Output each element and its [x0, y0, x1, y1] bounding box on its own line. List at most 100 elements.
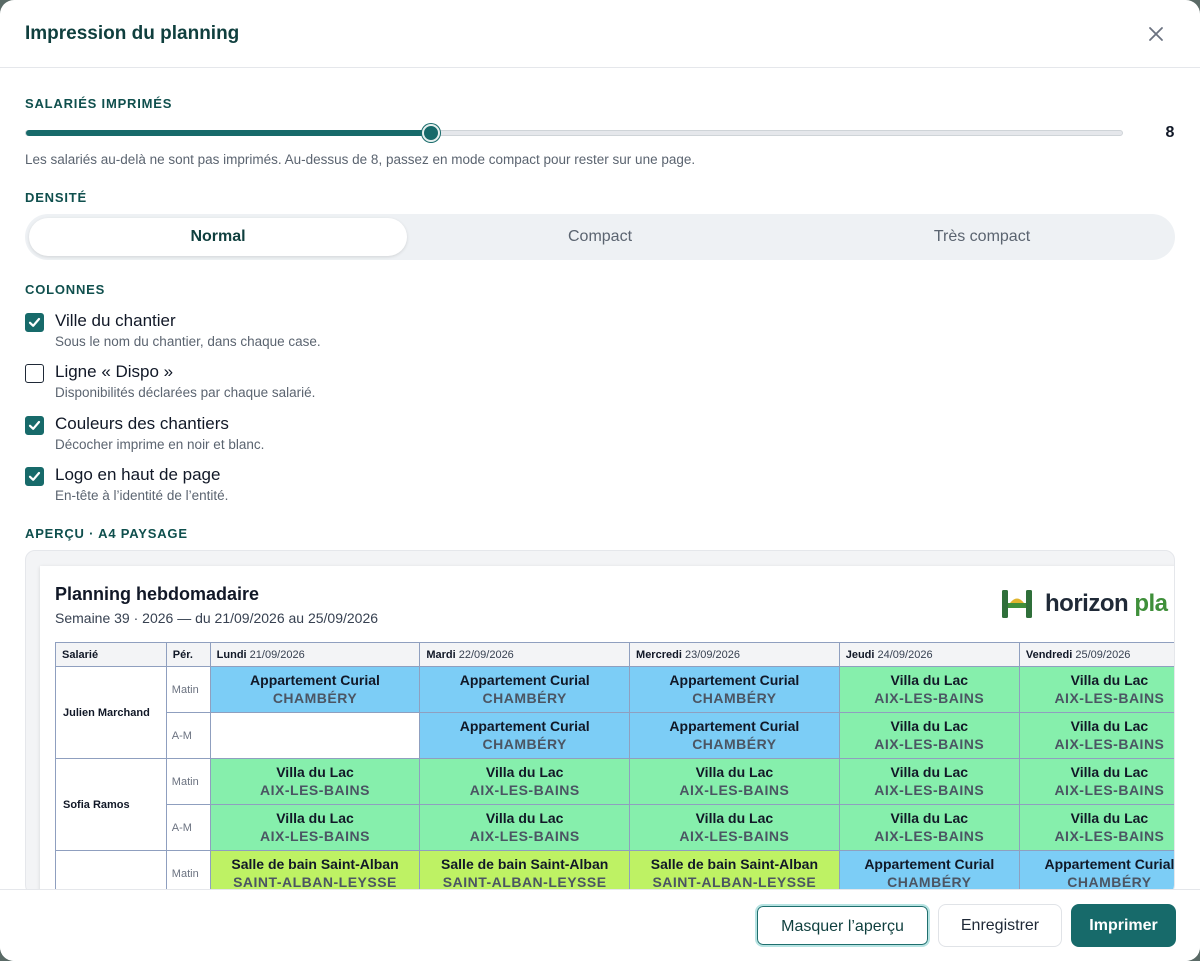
schedule-cell: Villa du Lac AIX-LES-BAINS	[838, 804, 1020, 851]
preview-label: APERÇU · A4 PAYSAGE	[25, 526, 188, 541]
schedule-cell: Villa du Lac AIX-LES-BAINS	[1018, 666, 1174, 713]
schedule-cell: Appartement Curial CHAMBÉRY	[419, 666, 631, 713]
site-city: AIX-LES-BAINS	[874, 736, 985, 752]
close-icon[interactable]	[1144, 22, 1168, 46]
site-name: Villa du Lac	[695, 764, 774, 780]
header-day: Vendredi 25/09/2026	[1018, 642, 1174, 667]
density-option-normal[interactable]: Normal	[29, 218, 407, 256]
column-option-desc: Disponibilités déclarées par chaque sala…	[55, 385, 316, 400]
site-name: Villa du Lac	[485, 810, 564, 826]
site-city: AIX-LES-BAINS	[469, 828, 580, 844]
site-name: Appartement Curial	[669, 718, 800, 734]
site-name: Appartement Curial	[459, 718, 590, 734]
preview-page: Planning hebdomadaire Semaine 39 · 2026 …	[40, 566, 1175, 894]
column-option-desc: Décocher imprime en noir et blanc.	[55, 437, 265, 452]
employees-slider-value: 8	[1165, 124, 1175, 141]
site-city: AIX-LES-BAINS	[874, 782, 985, 798]
preview-title: Planning hebdomadaire	[55, 584, 260, 604]
site-city: AIX-LES-BAINS	[874, 828, 985, 844]
save-button[interactable]: Enregistrer	[938, 904, 1062, 947]
schedule-cell: Villa du Lac AIX-LES-BAINS	[629, 804, 840, 851]
employee-name: Julien Marchand	[55, 666, 167, 759]
header-day: Mercredi 23/09/2026	[629, 642, 840, 667]
site-city: AIX-LES-BAINS	[1054, 782, 1165, 798]
site-city: AIX-LES-BAINS	[874, 690, 985, 706]
period-label: Matin	[165, 666, 211, 713]
site-city: CHAMBÉRY	[692, 736, 777, 752]
schedule-cell: Villa du Lac AIX-LES-BAINS	[1018, 758, 1174, 805]
schedule-cell: Appartement Curial CHAMBÉRY	[419, 712, 631, 759]
hide-preview-button[interactable]: Masquer l’aperçu	[755, 904, 930, 947]
site-name: Salle de bain Saint-Alban	[441, 856, 609, 872]
density-label: DENSITÉ	[25, 190, 87, 205]
site-name: Villa du Lac	[1070, 718, 1149, 734]
site-name: Villa du Lac	[890, 672, 969, 688]
column-option-label: Couleurs des chantiers	[55, 414, 229, 433]
columns-label: COLONNES	[25, 282, 106, 297]
column-option-label: Logo en haut de page	[55, 465, 221, 484]
site-city: AIX-LES-BAINS	[679, 782, 790, 798]
schedule-cell: Villa du Lac AIX-LES-BAINS	[838, 712, 1020, 759]
density-option-tres-compact[interactable]: Très compact	[793, 218, 1171, 256]
site-name: Villa du Lac	[276, 810, 354, 826]
logo-text: horizon	[1045, 590, 1135, 617]
checkbox[interactable]	[25, 416, 44, 435]
column-option-desc: En-tête à l’identité de l’entité.	[55, 488, 229, 503]
table-header-row: Salarié Pér. Lundi 21/09/2026 Mardi 22/0…	[55, 642, 1174, 667]
employees-slider-track[interactable]	[25, 130, 1123, 136]
schedule-cell: Villa du Lac AIX-LES-BAINS	[419, 758, 631, 805]
site-city: AIX-LES-BAINS	[1054, 736, 1165, 752]
dialog-header: Impression du planning	[0, 0, 1200, 68]
site-name: Villa du Lac	[485, 764, 564, 780]
schedule-cell: Villa du Lac AIX-LES-BAINS	[838, 666, 1020, 713]
schedule-cell: Villa du Lac AIX-LES-BAINS	[629, 758, 840, 805]
schedule-cell: Villa du Lac AIX-LES-BAINS	[1018, 712, 1174, 759]
column-option-desc: Sous le nom du chantier, dans chaque cas…	[55, 334, 321, 349]
schedule-cell: Villa du Lac AIX-LES-BAINS	[1018, 804, 1174, 851]
table-row: Julien Marchand Matin Appartement Curial CH…	[55, 666, 1174, 759]
site-city: AIX-LES-BAINS	[469, 782, 580, 798]
employees-slider-fill	[26, 130, 433, 136]
site-name: Villa du Lac	[695, 810, 774, 826]
schedule-cell: Villa du Lac AIX-LES-BAINS	[209, 804, 421, 851]
site-name: Appartement Curial	[1044, 856, 1175, 872]
site-city: AIX-LES-BAINS	[260, 782, 370, 798]
employees-slider-thumb[interactable]	[422, 124, 441, 142]
header-period: Pér.	[165, 642, 211, 667]
print-button[interactable]: Imprimer	[1071, 904, 1176, 947]
schedule-cell	[209, 712, 421, 759]
header-day: Mardi 22/09/2026	[419, 642, 631, 667]
site-name: Salle de bain Saint-Alban	[231, 856, 399, 872]
site-city: AIX-LES-BAINS	[1054, 690, 1165, 706]
site-name: Salle de bain Saint-Alban	[650, 856, 818, 872]
schedule-cell: Appartement Curial CHAMBÉRY	[629, 666, 840, 713]
site-name: Villa du Lac	[1070, 810, 1149, 826]
site-city: AIX-LES-BAINS	[1054, 828, 1165, 844]
site-city: AIX-LES-BAINS	[260, 828, 370, 844]
period-label: A-M	[165, 712, 211, 759]
site-name: Appartement Curial	[459, 672, 590, 688]
employees-printed-label: SALARIÉS IMPRIMÉS	[25, 96, 173, 111]
site-city: CHAMBÉRY	[272, 690, 358, 706]
schedule-cell: Appartement Curial CHAMBÉRY	[209, 666, 421, 713]
header-employee: Salarié	[55, 642, 167, 667]
site-name: Villa du Lac	[890, 718, 969, 734]
header-day: Jeudi 24/09/2026	[838, 642, 1020, 667]
checkbox[interactable]	[25, 364, 44, 383]
density-segmented-control: Normal Compact Très compact	[25, 214, 1175, 260]
site-name: Appartement Curial	[669, 672, 800, 688]
table-row: A-M Villa du Lac AIX-LES-BAINS Villa du Lac…	[56, 804, 1174, 851]
header-day: Lundi 21/09/2026	[209, 642, 421, 667]
site-name: Villa du Lac	[276, 764, 354, 780]
schedule-cell: Appartement Curial CHAMBÉRY	[629, 712, 840, 759]
print-preview[interactable]: Planning hebdomadaire Semaine 39 · 2026 …	[25, 550, 1175, 895]
schedule-cell: Villa du Lac AIX-LES-BAINS	[419, 804, 631, 851]
table-row: A-M Appartement Curial CHAMBÉRY Appartement…	[56, 712, 1174, 759]
site-city: CHAMBÉRY	[482, 690, 567, 706]
schedule-cell: Villa du Lac AIX-LES-BAINS	[838, 758, 1020, 805]
checkbox[interactable]	[25, 313, 44, 332]
density-option-compact[interactable]: Compact	[411, 218, 789, 256]
schedule-cell: Villa du Lac AIX-LES-BAINS	[209, 758, 421, 805]
logo-text-green: pla	[1134, 590, 1168, 617]
checkbox[interactable]	[25, 467, 44, 486]
